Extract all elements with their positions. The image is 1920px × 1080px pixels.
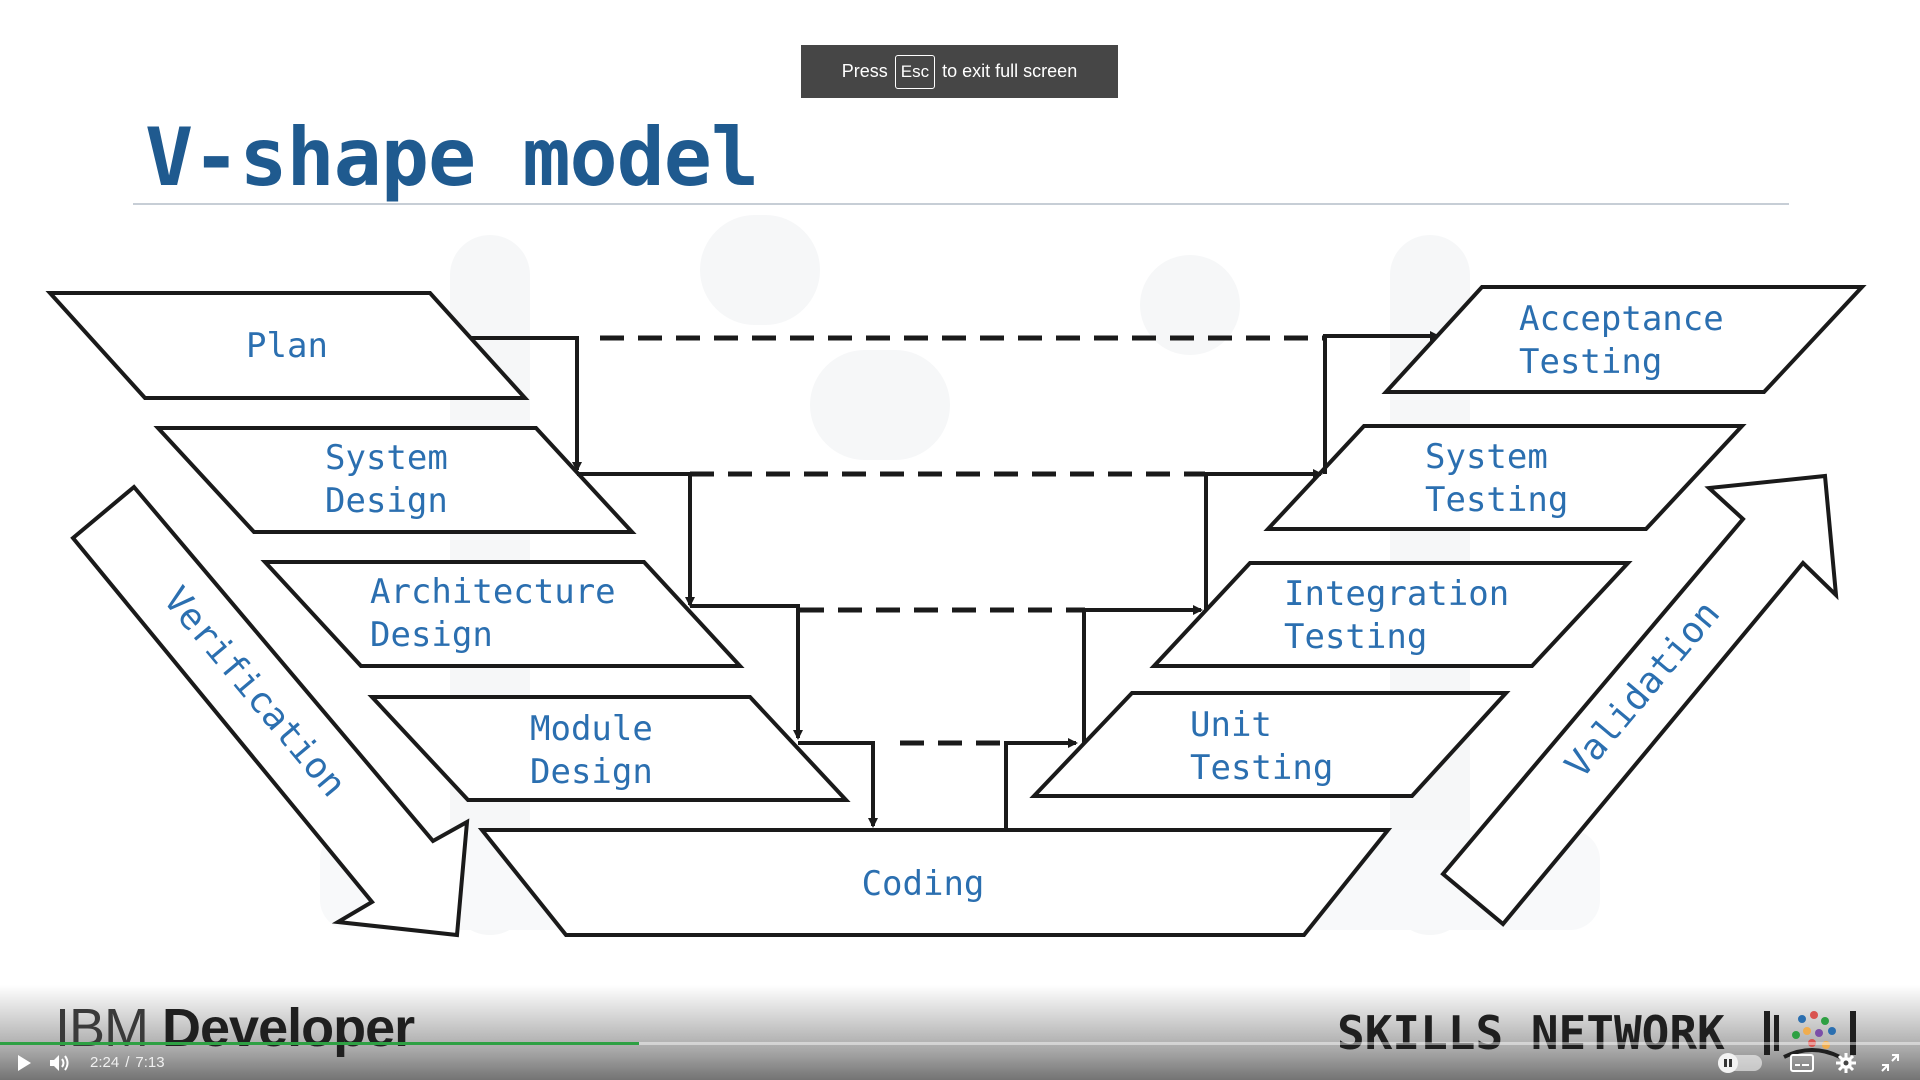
phase-box-integration-testing: Integration Testing (1149, 561, 1633, 668)
toast-text-press: Press (841, 61, 888, 81)
phase-label-unit-testing-2: Testing (1190, 748, 1333, 788)
phase-box-architecture-design: Architecture Design (260, 560, 745, 668)
phase-label-system-testing-2: Testing (1425, 480, 1568, 520)
phase-label-system-design-1: System (325, 438, 448, 478)
phase-label-module-design-1: Module (530, 709, 653, 749)
phase-label-integration-testing-1: Integration (1284, 574, 1509, 614)
phase-label-system-design-2: Design (325, 481, 448, 521)
phase-label-coding: Coding (862, 864, 985, 904)
phase-label-acceptance-testing-1: Acceptance (1519, 299, 1724, 339)
dashed-links (600, 335, 1325, 746)
toast-text-rest: to exit full screen (942, 61, 1078, 81)
duration: 7:13 (135, 1054, 165, 1071)
phase-label-module-design-2: Design (530, 752, 653, 792)
gear-icon[interactable] (1828, 1047, 1864, 1079)
player-control-bar: 2:24 / 7:13 (0, 1045, 1920, 1080)
play-icon[interactable] (6, 1047, 42, 1079)
autoplay-pause-icon (1718, 1052, 1738, 1073)
autoplay-toggle[interactable] (1718, 1052, 1762, 1073)
phase-label-acceptance-testing-2: Testing (1519, 342, 1662, 382)
phase-label-system-testing-1: System (1425, 437, 1548, 477)
phase-box-system-testing: System Testing (1263, 424, 1747, 531)
phase-box-plan: Plan (45, 291, 530, 400)
time-separator: / (125, 1054, 130, 1071)
phase-box-acceptance-testing: Acceptance Testing (1381, 285, 1867, 394)
phase-label-unit-testing-1: Unit (1190, 705, 1272, 745)
phase-box-system-design: System Design (153, 426, 637, 534)
phase-label-plan: Plan (246, 326, 328, 366)
player-controls-right (1718, 1047, 1908, 1079)
phase-box-unit-testing: Unit Testing (1029, 691, 1511, 798)
captions-icon[interactable] (1784, 1047, 1820, 1079)
phase-box-coding: Coding (477, 828, 1393, 937)
phase-label-architecture-design-1: Architecture (370, 572, 616, 612)
phase-box-module-design: Module Design (367, 695, 851, 802)
phase-label-integration-testing-2: Testing (1284, 617, 1427, 657)
esc-key-hint: Esc (894, 54, 936, 89)
v-model-diagram: Plan System Design Architecture Design M… (45, 285, 1867, 938)
time-display: 2:24 / 7:13 (90, 1054, 165, 1071)
exit-fullscreen-icon[interactable] (1872, 1047, 1908, 1079)
phase-label-architecture-design-2: Design (370, 615, 493, 655)
video-player-stage[interactable]: V-shape model Plan System Design Archite… (0, 0, 1920, 1080)
volume-icon[interactable] (42, 1047, 78, 1079)
current-time: 2:24 (90, 1054, 120, 1071)
fullscreen-exit-toast: Press Esc to exit full screen (801, 45, 1118, 98)
